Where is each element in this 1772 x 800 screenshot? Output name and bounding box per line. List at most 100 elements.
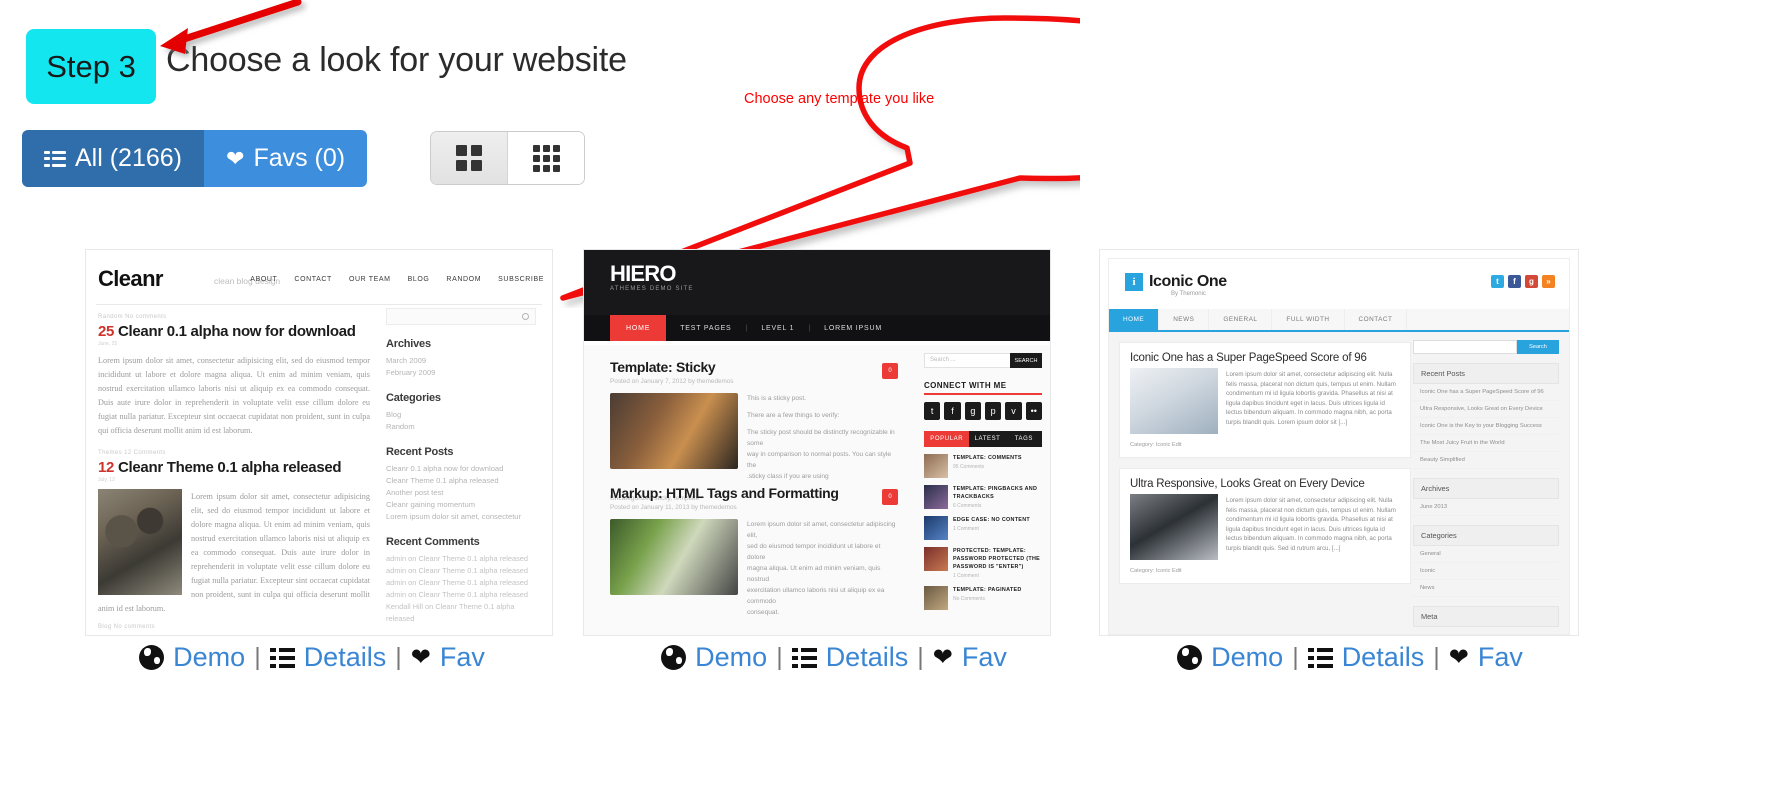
demo-link[interactable]: Demo <box>173 642 245 673</box>
popular-title: TEMPLATE: COMMENTS <box>953 455 1022 461</box>
filter-button-group: All (2166) ❤ Favs (0) <box>22 130 368 187</box>
template-actions: Demo | Details | ❤ Fav <box>1100 642 1600 673</box>
widget-item[interactable]: Iconic <box>1413 563 1559 580</box>
iconic-nav-item[interactable]: NEWS <box>1159 309 1210 330</box>
step-badge: Step 3 <box>26 29 156 104</box>
iconic-tagline: By Themonic <box>1171 291 1206 297</box>
iconic-logo-text: Iconic One <box>1149 273 1227 290</box>
popular-item[interactable]: TEMPLATE: PAGINATED No Comments <box>924 586 1042 610</box>
search-button[interactable]: Search <box>1517 340 1559 354</box>
popular-item[interactable]: PROTECTED: TEMPLATE: PASSWORD PROTECTED … <box>924 547 1042 579</box>
widget-item: Cleanr gaining momentum <box>386 500 476 509</box>
widget-item: Random <box>386 422 415 431</box>
cleanr-nav-item: BLOG <box>407 276 430 283</box>
widget-item: admin on Cleanr Theme 0.1 alpha released <box>386 566 529 575</box>
template-card[interactable]: i Iconic One By Themonic t f g » HOME NE… <box>1100 250 1600 672</box>
details-link[interactable]: Details <box>304 642 387 673</box>
post-date: June, 25 <box>98 341 118 347</box>
demo-link[interactable]: Demo <box>695 642 767 673</box>
widget-item[interactable]: The Most Juicy Fruit in the World <box>1413 435 1559 452</box>
twitter-icon[interactable]: t <box>1491 275 1504 288</box>
search-input[interactable] <box>386 308 536 325</box>
hiero-logo: HIERO <box>610 261 676 286</box>
post-date: July, 12 <box>98 477 115 483</box>
widget-item: admin on Cleanr Theme 0.1 alpha released <box>386 590 529 599</box>
more-icon[interactable]: •• <box>1025 402 1042 420</box>
vimeo-icon[interactable]: v <box>1005 402 1022 420</box>
hiero-nav-item: LOREM IPSUM <box>824 324 882 332</box>
fav-link[interactable]: Fav <box>440 642 485 673</box>
cleanr-nav-item: RANDOM <box>446 276 482 283</box>
post-line: Lorem ipsum dolor sit amet, consectetur … <box>747 521 896 539</box>
fav-link[interactable]: Fav <box>1478 642 1523 673</box>
post-title: Template: Sticky <box>610 359 716 375</box>
iconic-body: Iconic One has a Super PageSpeed Score o… <box>1109 332 1569 634</box>
pinterest-icon[interactable]: p <box>984 402 1002 420</box>
template-preview-cleanr[interactable]: Cleanr clean blog design ABOUT CONTACT O… <box>86 250 552 635</box>
post-line: sed do eiusmod tempor incididunt ut labo… <box>747 543 881 561</box>
search-input[interactable] <box>1413 340 1517 354</box>
facebook-icon[interactable]: f <box>1508 275 1521 288</box>
widget-item[interactable]: Ultra Responsive, Looks Great on Every D… <box>1413 401 1559 418</box>
widget-title: Categories <box>386 392 441 404</box>
separator: | <box>395 643 402 671</box>
filter-all-button[interactable]: All (2166) <box>22 130 204 187</box>
google-plus-icon[interactable]: g <box>964 402 981 420</box>
widget-item[interactable]: General <box>1413 546 1559 563</box>
post-title-text: Another post test <box>117 633 236 635</box>
search-button[interactable]: SEARCH <box>1010 353 1042 368</box>
popular-comments: No Comments <box>953 596 985 602</box>
popular-item[interactable]: TEMPLATE: PINGBACKS AND TRACKBACKS 6 Com… <box>924 485 1042 509</box>
details-link[interactable]: Details <box>1342 642 1425 673</box>
tab-popular[interactable]: POPULAR <box>924 431 970 447</box>
widget-item[interactable]: June 2013 <box>1413 499 1559 516</box>
widget-title: Archives <box>386 338 431 350</box>
post-title: 12 Another post test <box>98 633 370 635</box>
list-icon <box>791 647 817 668</box>
google-plus-icon[interactable]: g <box>1525 275 1538 288</box>
widget-title: Archives <box>1413 478 1559 499</box>
hiero-sidebar: Search ... SEARCH CONNECT WITH ME t f g … <box>924 353 1043 610</box>
template-card[interactable]: Cleanr clean blog design ABOUT CONTACT O… <box>62 250 562 672</box>
widget-item[interactable]: Iconic One is the Key to your Blogging S… <box>1413 418 1559 435</box>
page-title: Choose a look for your website <box>166 41 627 79</box>
post-title: Ultra Responsive, Looks Great on Every D… <box>1130 478 1365 490</box>
filter-favs-button[interactable]: ❤ Favs (0) <box>204 130 368 187</box>
popular-item[interactable]: TEMPLATE: COMMENTS 95 Comments <box>924 454 1042 478</box>
fav-link[interactable]: Fav <box>962 642 1007 673</box>
comment-badge: 0 <box>882 489 898 505</box>
template-actions: Demo | Details | ❤ Fav <box>62 642 562 673</box>
widget-item[interactable]: News <box>1413 580 1559 597</box>
template-actions: Demo | Details | ❤ Fav <box>584 642 1084 673</box>
template-preview-iconic-one[interactable]: i Iconic One By Themonic t f g » HOME NE… <box>1100 250 1578 635</box>
details-link[interactable]: Details <box>826 642 909 673</box>
demo-link[interactable]: Demo <box>1211 642 1283 673</box>
iconic-post: Ultra Responsive, Looks Great on Every D… <box>1119 468 1411 584</box>
rss-icon[interactable]: » <box>1542 275 1555 288</box>
tab-tags[interactable]: TAGS <box>1005 431 1043 447</box>
callout-text: Choose any template you like <box>744 91 935 107</box>
twitter-icon[interactable]: t <box>924 402 941 420</box>
post-meta: Posted on January 11, 2013 by themedemos <box>610 504 737 511</box>
template-card[interactable]: HIERO ATHEMES DEMO SITE HOME TEST PAGES … <box>584 250 1084 672</box>
iconic-nav-item[interactable]: GENERAL <box>1209 309 1273 330</box>
widget-item[interactable]: Iconic One has a Super PageSpeed Score o… <box>1413 384 1559 401</box>
facebook-icon[interactable]: f <box>944 402 961 420</box>
post-thumbnail <box>924 454 948 478</box>
view-toggle-small-button[interactable] <box>507 132 584 184</box>
post-title: Iconic One has a Super PageSpeed Score o… <box>1130 352 1367 364</box>
popular-item[interactable]: EDGE CASE: NO CONTENT 1 Comment <box>924 516 1042 540</box>
cleanr-nav-item: ABOUT <box>250 276 278 283</box>
iconic-nav-item[interactable]: CONTACT <box>1345 309 1408 330</box>
view-toggle-large-button[interactable] <box>431 132 507 184</box>
widget-item: Blog <box>386 410 402 419</box>
iconic-nav-item[interactable]: FULL WIDTH <box>1272 309 1345 330</box>
post-title: 25 Cleanr 0.1 alpha now for download <box>98 323 370 340</box>
iconic-sidebar: Search Recent Posts Iconic One has a Sup… <box>1413 340 1559 627</box>
heart-icon: ❤ <box>410 643 431 671</box>
tab-latest[interactable]: LATEST <box>969 431 1006 447</box>
template-preview-hiero[interactable]: HIERO ATHEMES DEMO SITE HOME TEST PAGES … <box>584 250 1050 635</box>
widget-item[interactable]: Beauty Simplified <box>1413 452 1559 469</box>
iconic-nav-item-home[interactable]: HOME <box>1109 309 1160 330</box>
post-line: The sticky post should be distinctly rec… <box>747 429 895 447</box>
